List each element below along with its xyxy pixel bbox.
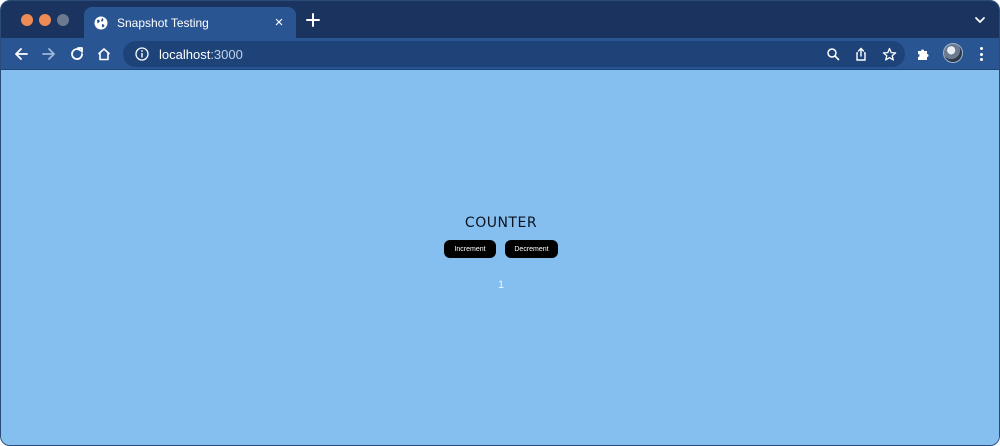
arrow-left-icon <box>15 48 28 60</box>
forward-button[interactable] <box>39 44 59 64</box>
globe-icon <box>94 16 108 30</box>
url-port: :3000 <box>210 46 243 62</box>
tab-strip: Snapshot Testing × <box>1 1 999 38</box>
page-title: COUNTER <box>464 215 538 231</box>
button-group: Increment Decrement <box>444 240 558 258</box>
search-icon[interactable] <box>825 46 841 62</box>
info-icon[interactable] <box>135 47 149 61</box>
window-maximize-button[interactable] <box>57 14 69 26</box>
back-button[interactable] <box>11 44 31 64</box>
page-content: COUNTER Increment Decrement 1 <box>1 70 999 445</box>
puzzle-icon[interactable] <box>915 46 931 62</box>
avatar[interactable] <box>943 43 963 63</box>
close-icon[interactable]: × <box>272 15 286 30</box>
decrement-button[interactable]: Decrement <box>505 240 558 258</box>
kebab-icon[interactable] <box>976 46 986 62</box>
window-close-button[interactable] <box>21 14 33 26</box>
counter-value: 1 <box>497 279 505 291</box>
home-button[interactable] <box>94 44 114 64</box>
reload-button[interactable] <box>67 44 87 64</box>
tab-title: Snapshot Testing <box>117 15 209 30</box>
star-icon[interactable] <box>881 46 897 62</box>
chevron-down-icon <box>975 17 985 24</box>
window-minimize-button[interactable] <box>39 14 51 26</box>
url-host: localhost <box>159 46 211 62</box>
increment-button[interactable]: Increment <box>444 240 496 258</box>
share-icon[interactable] <box>853 46 869 62</box>
home-icon <box>97 48 111 61</box>
browser-window: Snapshot Testing × localhost:3000 COUNTE… <box>0 0 1000 446</box>
browser-toolbar: localhost:3000 <box>1 38 999 70</box>
tab-snapshot-testing[interactable]: Snapshot Testing × <box>84 7 296 38</box>
reload-icon <box>71 47 83 60</box>
arrow-right-icon <box>42 48 55 60</box>
address-bar[interactable]: localhost:3000 <box>123 41 905 67</box>
plus-icon <box>306 13 320 27</box>
url-text: localhost:3000 <box>159 47 243 62</box>
omnibox-actions <box>825 46 897 62</box>
tab-search-button[interactable] <box>973 13 987 27</box>
new-tab-button[interactable] <box>303 10 323 30</box>
